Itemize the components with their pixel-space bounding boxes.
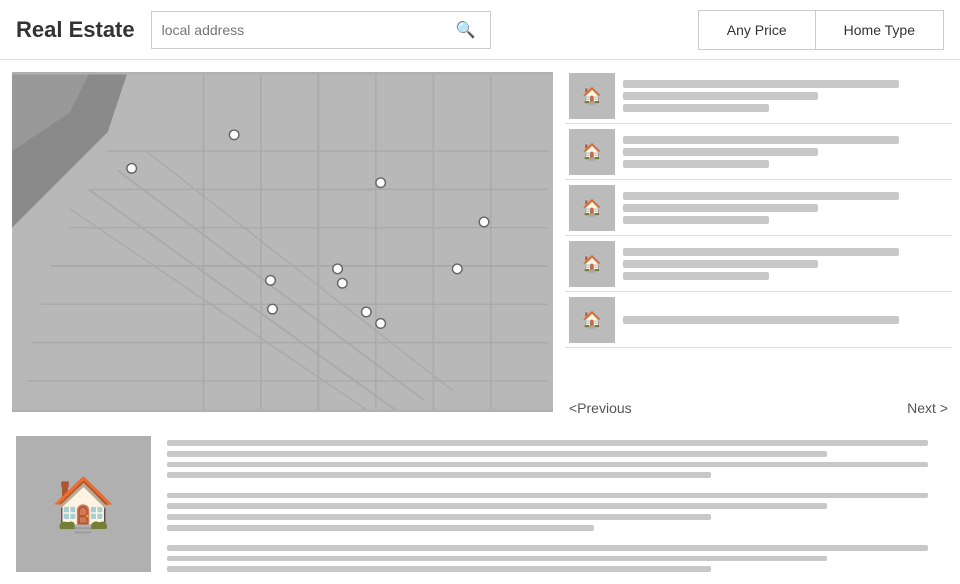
- listing-thumbnail: 🏠: [569, 129, 615, 175]
- detail-line-3: [623, 160, 769, 168]
- pagination: <Previous Next >: [565, 392, 952, 424]
- listing-details: [623, 136, 948, 168]
- listings-list: 🏠 🏠: [565, 68, 952, 392]
- house-icon: 🏠: [582, 254, 602, 274]
- detail-text-line: [167, 451, 827, 457]
- detail-text-line: [167, 462, 928, 468]
- listing-item[interactable]: 🏠: [565, 236, 952, 292]
- listing-thumbnail: 🏠: [569, 297, 615, 343]
- listing-thumbnail: 🏠: [569, 185, 615, 231]
- detail-text-line: [167, 545, 928, 551]
- detail-text-line: [167, 514, 711, 520]
- previous-page-button[interactable]: <Previous: [569, 400, 632, 416]
- house-icon: 🏠: [582, 198, 602, 218]
- detail-text-line: [167, 493, 928, 499]
- search-input[interactable]: [162, 22, 452, 38]
- listing-item[interactable]: 🏠: [565, 68, 952, 124]
- detail-text-line: [167, 525, 594, 531]
- detail-line-2: [623, 260, 818, 268]
- detail-text-line: [167, 566, 711, 572]
- detail-line-1: [623, 80, 899, 88]
- detail-line-1: [623, 316, 899, 324]
- listing-details: [623, 316, 948, 324]
- house-icon: 🏠: [582, 310, 602, 330]
- house-icon: 🏠: [582, 86, 602, 106]
- detail-property-image: 🏠: [16, 436, 151, 572]
- app-title: Real Estate: [16, 17, 135, 43]
- detail-line-3: [623, 272, 769, 280]
- detail-line-1: [623, 248, 899, 256]
- search-bar: 🔍: [151, 11, 491, 49]
- search-button[interactable]: 🔍: [452, 20, 480, 40]
- listing-thumbnail: 🏠: [569, 241, 615, 287]
- house-icon: 🏠: [582, 142, 602, 162]
- map-container[interactable]: [12, 72, 553, 412]
- listing-item[interactable]: 🏠: [565, 180, 952, 236]
- detail-line-2: [623, 204, 818, 212]
- home-type-filter-button[interactable]: Home Type: [816, 11, 943, 49]
- listing-details: [623, 80, 948, 112]
- detail-line-3: [623, 104, 769, 112]
- map-section: [0, 60, 565, 424]
- price-filter-button[interactable]: Any Price: [699, 11, 816, 49]
- detail-text-line: [167, 440, 928, 446]
- listing-details: [623, 192, 948, 224]
- content-area: 🏠 🏠: [0, 60, 960, 424]
- listing-details: [623, 248, 948, 280]
- listing-item[interactable]: 🏠: [565, 292, 952, 348]
- header: Real Estate 🔍 Any Price Home Type: [0, 0, 960, 60]
- listing-item[interactable]: 🏠: [565, 124, 952, 180]
- detail-text-area: [167, 436, 944, 572]
- detail-line-3: [623, 216, 769, 224]
- listing-thumbnail: 🏠: [569, 73, 615, 119]
- listings-section: 🏠 🏠: [565, 60, 960, 424]
- detail-panel: 🏠: [0, 424, 960, 584]
- page-wrapper: Real Estate 🔍 Any Price Home Type: [0, 0, 960, 540]
- filter-buttons: Any Price Home Type: [698, 10, 944, 50]
- detail-text-line: [167, 556, 827, 562]
- map-svg: [12, 72, 553, 412]
- detail-house-icon: 🏠: [51, 474, 116, 535]
- detail-line-2: [623, 148, 818, 156]
- detail-line-1: [623, 192, 899, 200]
- detail-line-1: [623, 136, 899, 144]
- detail-text-line: [167, 503, 827, 509]
- next-page-button[interactable]: Next >: [907, 400, 948, 416]
- detail-text-line: [167, 472, 711, 478]
- detail-line-2: [623, 92, 818, 100]
